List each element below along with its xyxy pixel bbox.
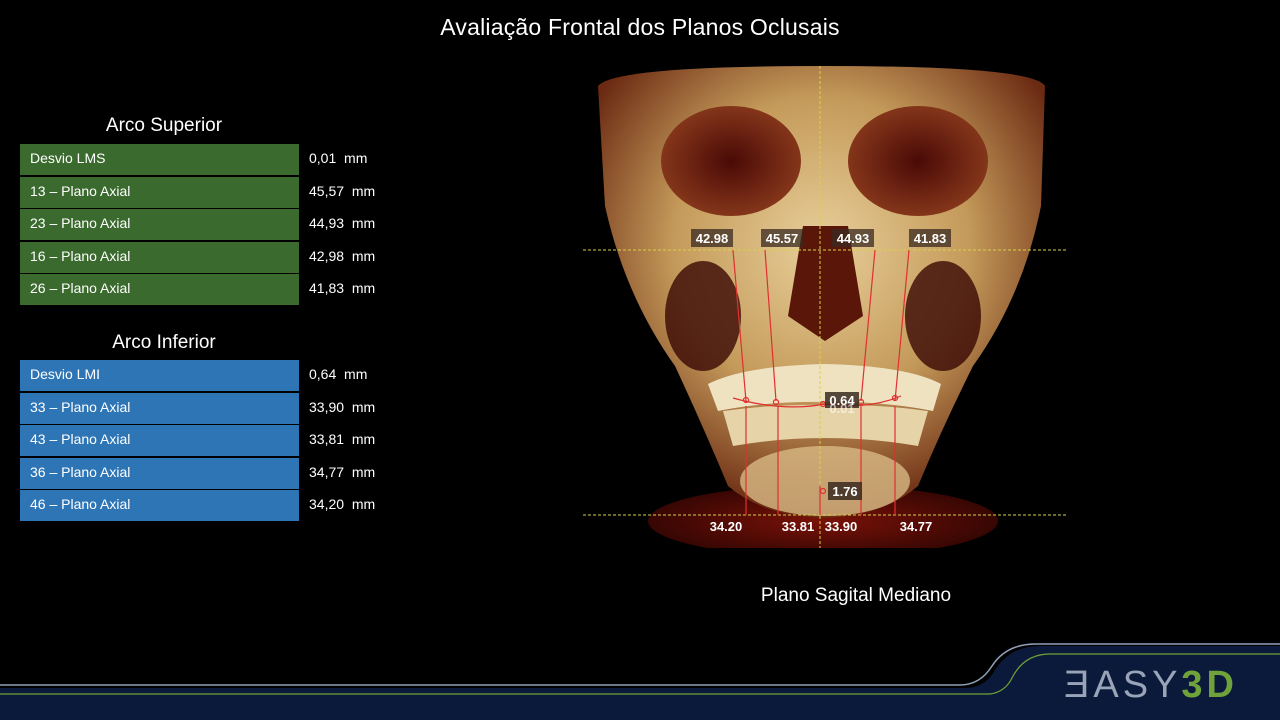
row-value: 41,83 mm <box>309 280 376 296</box>
left-cheek-shadow <box>665 261 741 371</box>
row-value: 42,98 mm <box>309 247 376 264</box>
measure-label: 1.76 <box>832 484 857 499</box>
row-label: 23 – Plano Axial <box>20 209 299 240</box>
row-label: Desvio LMS <box>20 144 299 175</box>
measure-label: 44.93 <box>837 231 870 246</box>
right-cheek-shadow <box>905 261 981 371</box>
row-label: 26 – Plano Axial <box>20 274 299 305</box>
measure-label: 0.01 <box>829 401 854 416</box>
measure-label: 41.83 <box>914 231 947 246</box>
table-row: Desvio LMS 0,01 mm <box>20 144 420 175</box>
logo-easy-text: ƎASY <box>1064 664 1182 706</box>
measure-label: 34.20 <box>710 519 743 534</box>
easy3d-logo: ƎASY3D <box>1064 664 1238 707</box>
row-label: 16 – Plano Axial <box>20 241 299 273</box>
page-title: Avaliação Frontal dos Planos Oclusais <box>440 14 840 40</box>
skull-3d-viewer[interactable]: 42.98 45.57 44.93 41.83 0.64 0.01 1.76 3… <box>583 66 1067 557</box>
chin <box>740 446 910 516</box>
row-label: 43 – Plano Axial <box>20 425 299 456</box>
table-row: 13 – Plano Axial 45,57 mm <box>20 176 420 208</box>
skull-render: 42.98 45.57 44.93 41.83 0.64 0.01 1.76 3… <box>583 66 1067 557</box>
table-row: 23 – Plano Axial 44,93 mm <box>20 209 420 240</box>
measure-label: 42.98 <box>696 231 729 246</box>
row-label: Desvio LMI <box>20 360 299 391</box>
left-orbit <box>661 106 801 216</box>
logo-3d-text: 3D <box>1181 664 1238 706</box>
row-label: 13 – Plano Axial <box>20 176 299 208</box>
table-row: 36 – Plano Axial 34,77 mm <box>20 457 420 489</box>
upper-arch-heading: Arco Superior <box>105 115 223 136</box>
lower-arch-heading: Arco Inferior <box>112 332 216 353</box>
row-label: 46 – Plano Axial <box>20 490 299 521</box>
measure-label: 45.57 <box>766 231 799 246</box>
row-value: 45,57 mm <box>309 182 376 199</box>
table-row: 46 – Plano Axial 34,20 mm <box>20 490 420 521</box>
row-label: 33 – Plano Axial <box>20 392 299 424</box>
table-row: 33 – Plano Axial 33,90 mm <box>20 392 420 424</box>
table-row: 26 – Plano Axial 41,83 mm <box>20 274 420 305</box>
measure-label: 33.90 <box>825 519 858 534</box>
row-label: 36 – Plano Axial <box>20 457 299 489</box>
row-value: 34,20 mm <box>309 496 376 512</box>
row-value: 44,93 mm <box>309 215 376 231</box>
row-value: 34,77 mm <box>309 463 376 480</box>
upper-arch-table: Desvio LMS 0,01 mm 13 – Plano Axial 45,5… <box>20 144 420 307</box>
table-row: 16 – Plano Axial 42,98 mm <box>20 241 420 273</box>
row-value: 0,64 mm <box>309 366 368 382</box>
row-value: 33,90 mm <box>309 398 376 415</box>
viewer-caption: Plano Sagital Mediano <box>760 585 952 606</box>
measure-label: 34.77 <box>900 519 933 534</box>
right-orbit <box>848 106 988 216</box>
row-value: 33,81 mm <box>309 431 376 447</box>
table-row: 43 – Plano Axial 33,81 mm <box>20 425 420 456</box>
lower-arch-table: Desvio LMI 0,64 mm 33 – Plano Axial 33,9… <box>20 360 420 523</box>
row-value: 0,01 mm <box>309 150 368 166</box>
table-row: Desvio LMI 0,64 mm <box>20 360 420 391</box>
measure-label: 33.81 <box>782 519 815 534</box>
